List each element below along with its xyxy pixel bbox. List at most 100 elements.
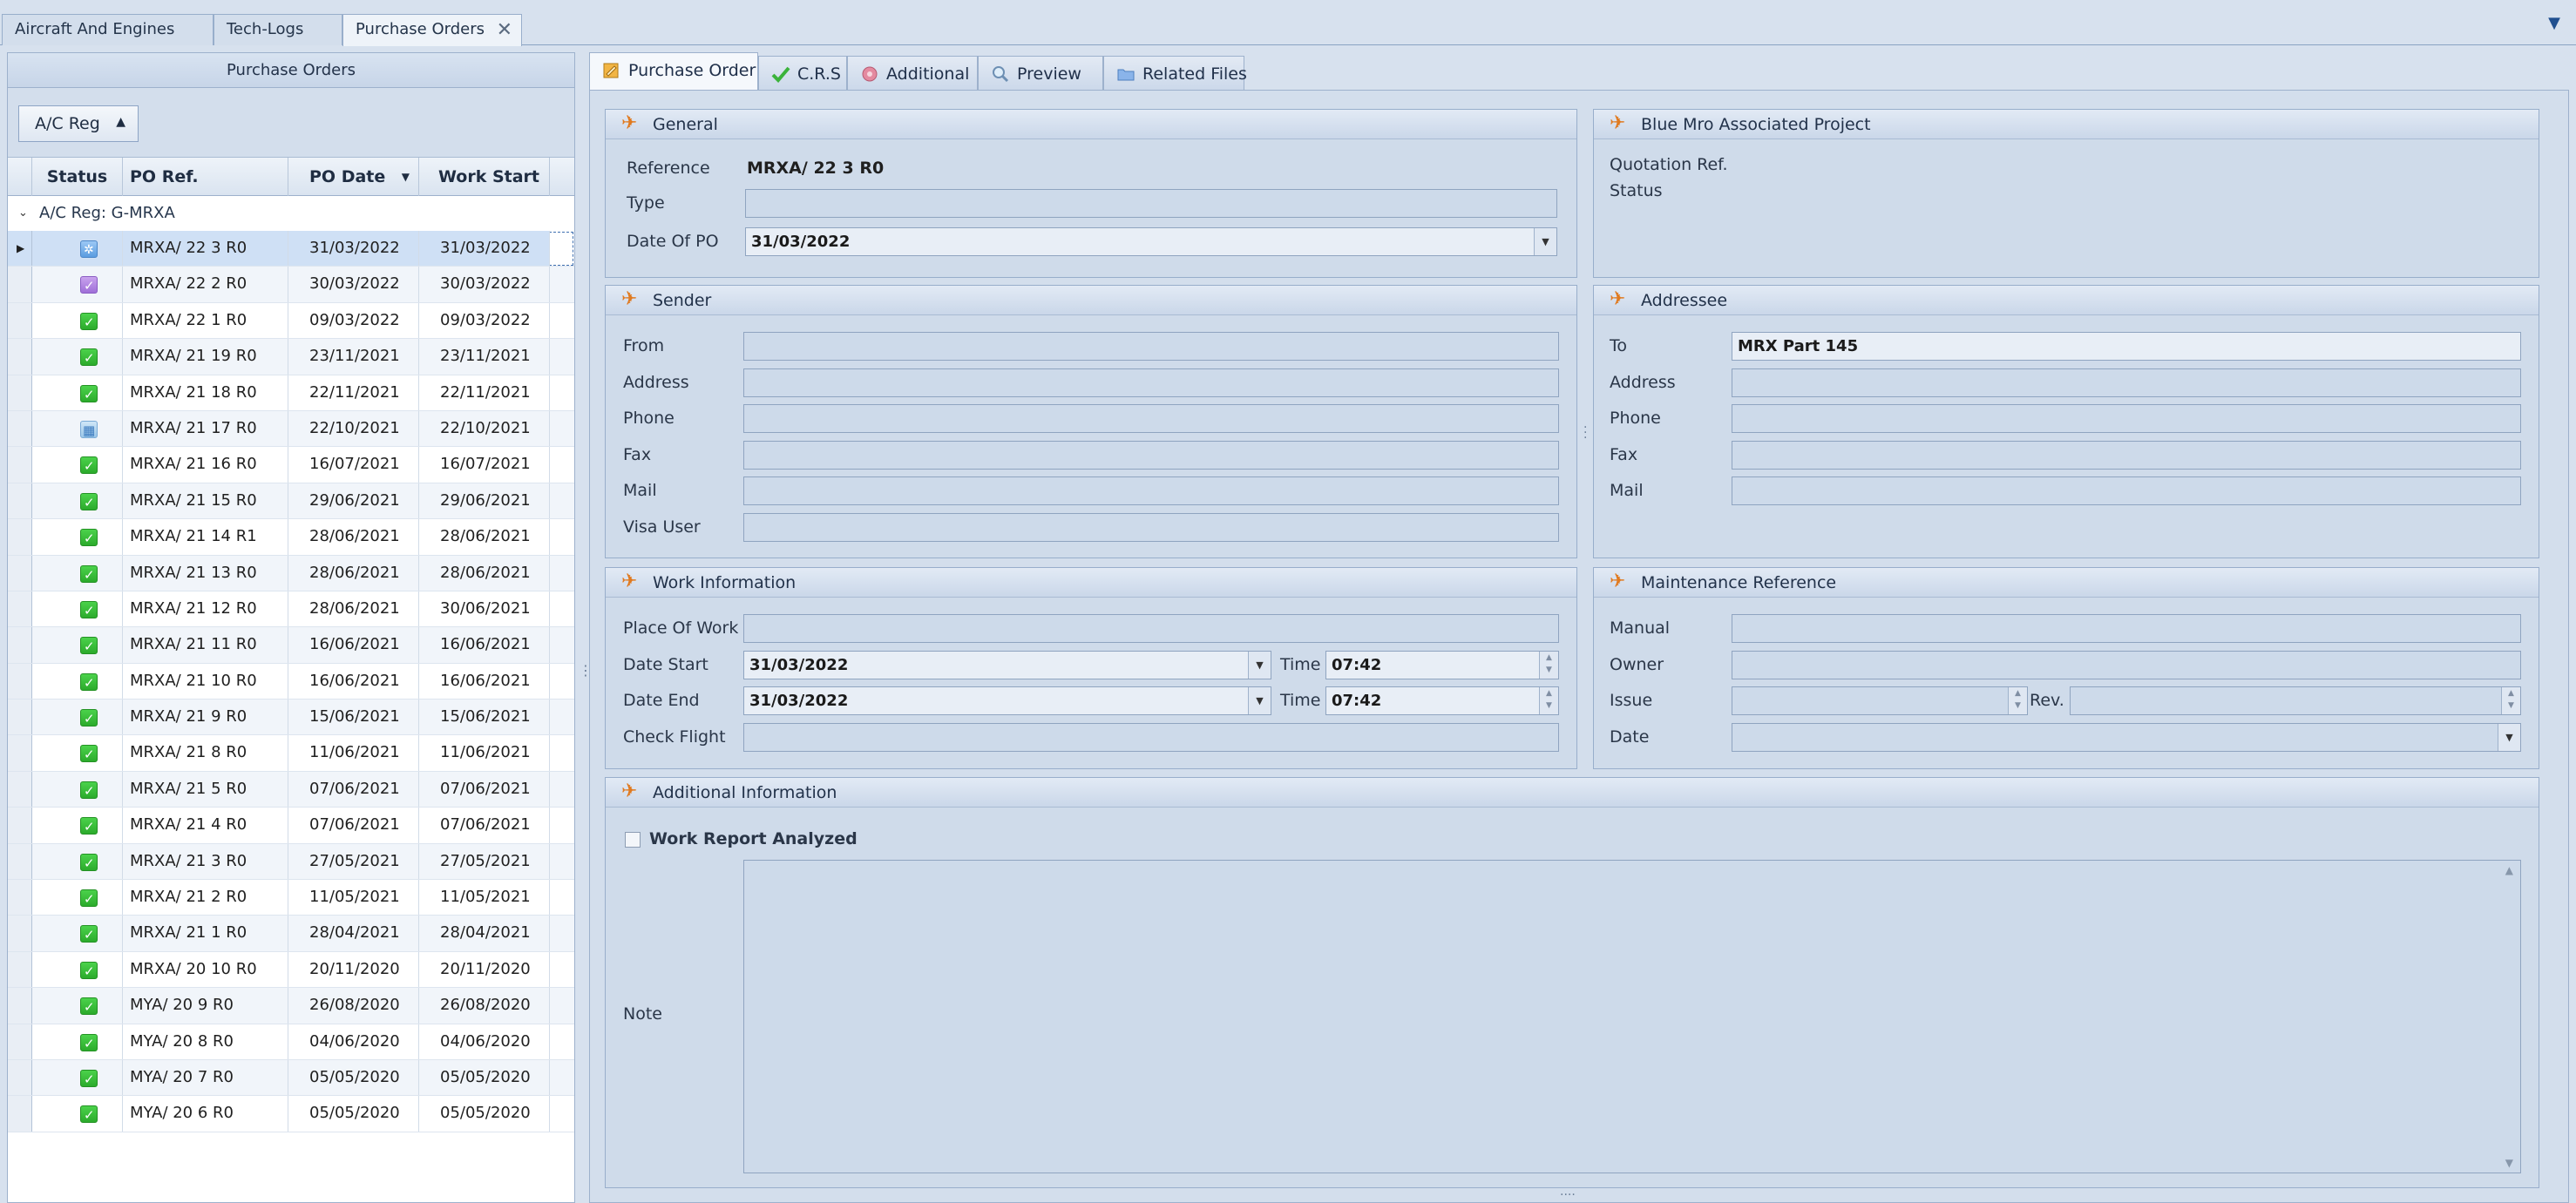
status-cell[interactable]	[32, 880, 123, 916]
work-start-cell[interactable]: 07/06/2021	[419, 771, 550, 808]
sender-mail-field[interactable]	[743, 476, 1559, 505]
status-cell[interactable]	[32, 916, 123, 951]
row-indicator[interactable]	[8, 843, 32, 880]
column-header-status[interactable]: Status	[32, 158, 123, 196]
po-ref-cell[interactable]: MRXA/ 22 2 R0	[123, 267, 288, 302]
manual-field[interactable]	[1732, 614, 2521, 643]
row-indicator[interactable]	[8, 267, 32, 302]
table-row[interactable]: MRXA/ 21 11 R016/06/202116/06/2021	[8, 627, 574, 664]
addressee-mail-field[interactable]	[1732, 476, 2521, 505]
po-date-cell[interactable]: 22/10/2021	[288, 410, 419, 447]
spin-buttons-icon[interactable]: ▲ ▼	[1539, 687, 1558, 714]
type-field[interactable]	[745, 189, 1557, 218]
po-date-cell[interactable]: 29/06/2021	[288, 483, 419, 519]
from-field[interactable]	[743, 332, 1559, 361]
po-date-cell[interactable]: 07/06/2021	[288, 808, 419, 843]
work-start-cell[interactable]: 05/05/2020	[419, 1096, 550, 1132]
status-cell[interactable]	[32, 375, 123, 410]
row-indicator[interactable]	[8, 302, 32, 339]
po-ref-cell[interactable]: MRXA/ 21 5 R0	[123, 771, 288, 808]
po-ref-cell[interactable]: MRXA/ 21 11 R0	[123, 627, 288, 663]
row-indicator[interactable]	[8, 339, 32, 375]
tab-purchase-order[interactable]: Purchase Order	[589, 52, 758, 91]
status-cell[interactable]	[32, 231, 123, 267]
tab-crs[interactable]: C.R.S	[758, 56, 847, 91]
po-ref-cell[interactable]: MRXA/ 21 3 R0	[123, 843, 288, 880]
status-cell[interactable]	[32, 483, 123, 519]
table-row[interactable]: ▶MRXA/ 22 3 R031/03/202231/03/2022	[8, 231, 574, 267]
po-date-cell[interactable]: 16/06/2021	[288, 663, 419, 699]
row-indicator[interactable]	[8, 916, 32, 951]
work-start-cell[interactable]: 30/06/2021	[419, 591, 550, 627]
status-cell[interactable]	[32, 808, 123, 843]
work-start-cell[interactable]: 28/04/2021	[419, 916, 550, 951]
table-row[interactable]: MRXA/ 22 1 R009/03/202209/03/2022	[8, 302, 574, 340]
work-start-cell[interactable]: 05/05/2020	[419, 1059, 550, 1096]
po-date-cell[interactable]: 28/04/2021	[288, 916, 419, 951]
po-ref-cell[interactable]: MYA/ 20 9 R0	[123, 988, 288, 1024]
table-row[interactable]: MRXA/ 21 16 R016/07/202116/07/2021	[8, 447, 574, 483]
work-start-cell[interactable]: 30/03/2022	[419, 267, 550, 302]
po-date-cell[interactable]: 07/06/2021	[288, 771, 419, 808]
row-indicator[interactable]	[8, 951, 32, 988]
po-ref-cell[interactable]: MRXA/ 21 18 R0	[123, 375, 288, 410]
row-indicator[interactable]	[8, 771, 32, 808]
row-indicator[interactable]	[8, 1024, 32, 1059]
po-ref-cell[interactable]: MRXA/ 21 10 R0	[123, 663, 288, 699]
po-date-cell[interactable]: 28/06/2021	[288, 591, 419, 627]
po-ref-cell[interactable]: MRXA/ 21 19 R0	[123, 339, 288, 375]
work-start-cell[interactable]: 04/06/2020	[419, 1024, 550, 1059]
work-start-cell[interactable]: 28/06/2021	[419, 555, 550, 591]
issue-field[interactable]: ▲ ▼	[1732, 686, 2028, 715]
chevron-down-icon[interactable]: ▼	[1534, 228, 1556, 255]
table-row[interactable]: MYA/ 20 8 R004/06/202004/06/2020	[8, 1024, 574, 1060]
po-ref-cell[interactable]: MRXA/ 22 3 R0	[123, 231, 288, 267]
row-indicator[interactable]	[8, 988, 32, 1024]
po-ref-cell[interactable]: MYA/ 20 8 R0	[123, 1024, 288, 1059]
tab-aircraft-and-engines[interactable]: Aircraft And Engines	[2, 14, 214, 45]
chevron-down-icon[interactable]: ▼	[1248, 687, 1271, 714]
work-report-analyzed-checkbox[interactable]	[625, 832, 641, 848]
work-start-cell[interactable]: 26/08/2020	[419, 988, 550, 1024]
visa-user-field[interactable]	[743, 513, 1559, 542]
po-ref-cell[interactable]: MRXA/ 21 2 R0	[123, 880, 288, 916]
column-header-po-date[interactable]: PO Date ▼	[288, 158, 419, 196]
table-row[interactable]: MYA/ 20 6 R005/05/202005/05/2020	[8, 1096, 574, 1132]
tab-related-files[interactable]: Related Files	[1103, 56, 1247, 91]
work-start-cell[interactable]: 16/06/2021	[419, 627, 550, 663]
po-ref-cell[interactable]: MYA/ 20 7 R0	[123, 1059, 288, 1096]
table-row[interactable]: MRXA/ 21 15 R029/06/202129/06/2021	[8, 483, 574, 520]
status-cell[interactable]	[32, 663, 123, 699]
po-ref-cell[interactable]: MRXA/ 21 14 R1	[123, 519, 288, 555]
rev-field[interactable]: ▲ ▼	[2070, 686, 2521, 715]
work-start-cell[interactable]: 11/05/2021	[419, 880, 550, 916]
tab-tech-logs[interactable]: Tech-Logs	[214, 14, 342, 45]
table-row[interactable]: MRXA/ 21 18 R022/11/202122/11/2021	[8, 375, 574, 411]
row-indicator[interactable]	[8, 555, 32, 591]
po-date-cell[interactable]: 31/03/2022	[288, 231, 419, 267]
table-row[interactable]: MRXA/ 21 10 R016/06/202116/06/2021	[8, 663, 574, 700]
row-indicator[interactable]: ▶	[8, 231, 32, 267]
chevron-down-icon[interactable]: ⌄	[18, 196, 28, 231]
table-row[interactable]: MYA/ 20 9 R026/08/202026/08/2020	[8, 988, 574, 1024]
po-ref-cell[interactable]: MRXA/ 21 9 R0	[123, 699, 288, 735]
status-cell[interactable]	[32, 735, 123, 771]
po-ref-cell[interactable]: MRXA/ 21 1 R0	[123, 916, 288, 951]
status-cell[interactable]	[32, 1059, 123, 1096]
table-row[interactable]: MRXA/ 21 9 R015/06/202115/06/2021	[8, 699, 574, 736]
tab-preview[interactable]: Preview	[978, 56, 1103, 91]
table-row[interactable]: MRXA/ 21 17 R022/10/202122/10/2021	[8, 410, 574, 448]
table-row[interactable]: MRXA/ 21 3 R027/05/202127/05/2021	[8, 843, 574, 881]
work-start-cell[interactable]: 07/06/2021	[419, 808, 550, 843]
po-date-cell[interactable]: 30/03/2022	[288, 267, 419, 302]
table-row[interactable]: MRXA/ 21 2 R011/05/202111/05/2021	[8, 880, 574, 916]
scroll-down-icon[interactable]: ▼	[2505, 1157, 2513, 1169]
row-indicator[interactable]	[8, 735, 32, 771]
to-field[interactable]: MRX Part 145	[1732, 332, 2521, 361]
check-flight-field[interactable]	[743, 723, 1559, 752]
po-ref-cell[interactable]: MYA/ 20 6 R0	[123, 1096, 288, 1132]
row-indicator[interactable]	[8, 591, 32, 627]
row-indicator[interactable]	[8, 1059, 32, 1096]
po-date-cell[interactable]: 05/05/2020	[288, 1096, 419, 1132]
work-start-cell[interactable]: 09/03/2022	[419, 302, 550, 339]
